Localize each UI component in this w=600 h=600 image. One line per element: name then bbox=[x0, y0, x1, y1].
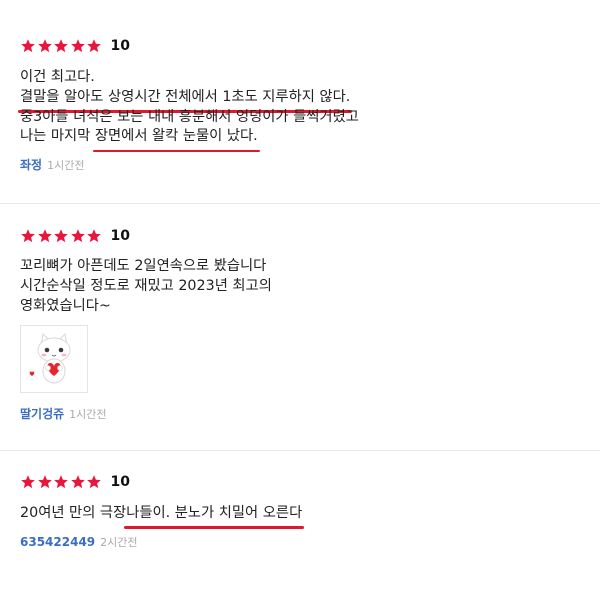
star-icon bbox=[86, 474, 102, 490]
underlined-text: 결말을 알아도 상영시간 전체에서 1초도 지루하지 않다. bbox=[17, 88, 353, 113]
star-icon bbox=[70, 228, 86, 244]
star-icon bbox=[37, 474, 53, 490]
star-icon bbox=[70, 38, 86, 54]
username-link[interactable]: 635422449 bbox=[20, 535, 95, 549]
cat-heart-sticker-icon bbox=[20, 325, 88, 394]
review-item: 10 20여년 만의 극장나들이. 분노가 치밀어 오른다 635422449 … bbox=[20, 472, 600, 550]
review-text-line: 결말을 알아도 상영시간 전체에서 1초도 지루하지 않다. bbox=[17, 88, 600, 113]
rating-score: 10 bbox=[110, 228, 130, 244]
text-segment: 나는 마지막 bbox=[20, 128, 95, 145]
review-text-line: 이건 최고다. bbox=[20, 68, 600, 88]
star-icon bbox=[20, 474, 36, 490]
star-icon bbox=[20, 228, 36, 244]
rating-score: 10 bbox=[110, 474, 130, 490]
star-icon bbox=[86, 228, 102, 244]
star-rating bbox=[20, 38, 103, 54]
review-text-line: 꼬리뼈가 아픈데도 2일연속으로 봤습니다 bbox=[20, 257, 600, 277]
timestamp: 2시간전 bbox=[100, 535, 138, 549]
rating: 10 bbox=[20, 226, 600, 246]
review-item: 10 이건 최고다. 결말을 알아도 상영시간 전체에서 1초도 지루하지 않다.… bbox=[17, 36, 600, 173]
review-item: 10 꼬리뼈가 아픈데도 2일연속으로 봤습니다시간순삭일 정도로 재밌고 20… bbox=[20, 226, 600, 422]
star-icon bbox=[20, 38, 36, 54]
star-icon bbox=[37, 38, 53, 54]
text-segment: 꼬리뼈가 아픈데도 2일연속으로 봤습니다 bbox=[20, 258, 267, 274]
review-meta: 딸기겅쥬 1시간전 bbox=[20, 405, 600, 422]
star-icon bbox=[53, 228, 69, 244]
timestamp: 1시간전 bbox=[69, 408, 107, 422]
rating: 10 bbox=[20, 472, 600, 492]
rating-score: 10 bbox=[110, 38, 130, 54]
underlined-text: 나들이. 분노가 치밀어 오른다 bbox=[124, 504, 305, 529]
review-text: 20여년 만의 극장나들이. 분노가 치밀어 오른다 bbox=[20, 504, 600, 529]
star-icon bbox=[70, 474, 86, 490]
timestamp: 1시간전 bbox=[47, 159, 85, 173]
review-text-line: 나는 마지막 장면에서 왈칵 눈물이 났다. bbox=[20, 127, 600, 152]
review-text: 꼬리뼈가 아픈데도 2일연속으로 봤습니다시간순삭일 정도로 재밌고 2023년… bbox=[20, 257, 600, 316]
text-segment: 영화였습니다~ bbox=[20, 297, 111, 314]
username-link[interactable]: 딸기겅쥬 bbox=[20, 405, 64, 422]
star-icon bbox=[86, 38, 102, 54]
star-rating bbox=[20, 228, 103, 244]
review-meta: 635422449 2시간전 bbox=[20, 534, 600, 550]
review-text-line: 중3아들 녀석은 보는 내내 흥분해서 엉덩이가 들썩거렸고 bbox=[20, 108, 600, 128]
star-icon bbox=[53, 38, 69, 54]
underlined-text: 장면에서 왈칵 눈물이 났다. bbox=[92, 127, 260, 152]
star-icon bbox=[53, 474, 69, 490]
star-icon bbox=[37, 228, 53, 244]
review-text: 이건 최고다. 결말을 알아도 상영시간 전체에서 1초도 지루하지 않다. 중3아… bbox=[17, 68, 600, 152]
review-meta: 좌정 1시간전 bbox=[20, 156, 600, 173]
divider bbox=[0, 203, 600, 204]
review-text-line: 영화였습니다~ bbox=[20, 297, 600, 317]
review-text-line: 시간순삭일 정도로 재밌고 2023년 최고의 bbox=[20, 277, 600, 297]
review-text-line: 20여년 만의 극장나들이. 분노가 치밀어 오른다 bbox=[20, 504, 600, 529]
star-rating bbox=[20, 474, 103, 490]
rating: 10 bbox=[20, 36, 600, 56]
username-link[interactable]: 좌정 bbox=[20, 156, 42, 173]
divider bbox=[0, 450, 600, 451]
text-segment: 시간순삭일 정도로 재밌고 2023년 최고의 bbox=[20, 277, 272, 294]
text-segment: 20여년 만의 극장 bbox=[20, 505, 127, 521]
text-segment: 이건 최고다. bbox=[20, 69, 95, 85]
text-segment: 중3아들 녀석은 보는 내내 흥분해서 엉덩이가 들썩거렸고 bbox=[20, 108, 359, 125]
